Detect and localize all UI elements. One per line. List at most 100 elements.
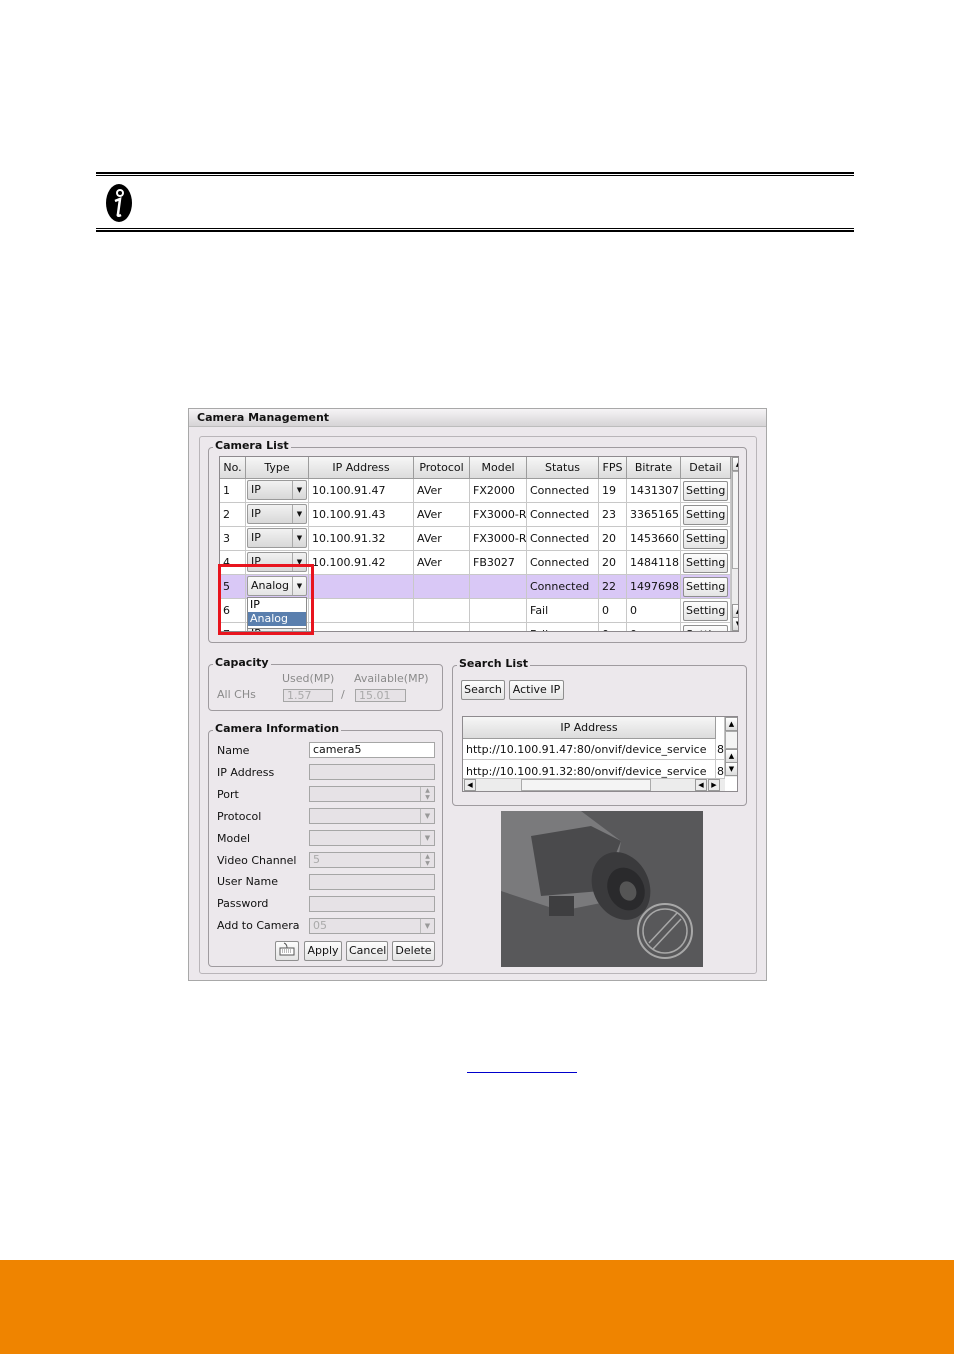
scroll-up-icon[interactable]: ▲ — [725, 749, 737, 763]
search-column-header[interactable]: IP Address — [463, 717, 716, 739]
camera-preview — [501, 811, 703, 967]
detail-cell: Setting — [681, 623, 731, 631]
model-cell: FX3000-R — [470, 527, 527, 551]
fps-cell: 0 — [599, 599, 627, 623]
dropdown-option-analog[interactable]: Analog — [248, 612, 306, 626]
chevron-down-icon[interactable]: ▼ — [292, 505, 306, 523]
status-cell: Fail — [527, 599, 599, 623]
note-bottom-rule-thin — [96, 228, 854, 229]
user-name-label: User Name — [217, 875, 279, 888]
detail-cell: Setting — [681, 527, 731, 551]
ip-cell: 10.100.91.47 — [309, 479, 414, 503]
video-channel-spin-arrows[interactable]: ▲ ▼ — [420, 853, 434, 867]
used-mp-field: 1.57 — [283, 689, 333, 702]
column-header-model[interactable]: Model — [470, 457, 527, 479]
type-select[interactable]: IP ▼ — [247, 480, 307, 500]
fps-cell: 0 — [599, 623, 627, 631]
scroll-thumb[interactable] — [725, 731, 737, 749]
setting-button[interactable]: Setting — [683, 553, 728, 573]
bitrate-cell: 1484118 — [627, 551, 681, 575]
add-to-camera-select[interactable]: 05 ▼ — [309, 918, 435, 934]
search-list-vertical-scrollbar[interactable]: ▲ ▲ ▼ — [724, 717, 737, 777]
fps-cell: 20 — [599, 527, 627, 551]
protocol-cell — [414, 623, 470, 631]
fps-cell: 19 — [599, 479, 627, 503]
status-cell: Connected — [527, 479, 599, 503]
dropdown-option-ip[interactable]: IP — [248, 598, 306, 612]
delete-button[interactable]: Delete — [392, 941, 435, 961]
detail-cell: Setting — [681, 575, 731, 599]
scroll-right-icon[interactable]: ▶ — [708, 779, 720, 791]
setting-button[interactable]: Setting — [683, 625, 728, 631]
scroll-down-icon[interactable]: ▼ — [725, 762, 737, 776]
scroll-thumb[interactable] — [521, 779, 651, 791]
column-header-fps[interactable]: FPS — [599, 457, 627, 479]
type-select[interactable]: IP ▼ — [247, 528, 307, 548]
search-result-row[interactable]: http://10.100.91.47:80/onvif/device_serv… — [463, 739, 716, 760]
port-spin-arrows[interactable]: ▲ ▼ — [420, 787, 434, 801]
port-label: Port — [217, 788, 239, 801]
setting-button[interactable]: Setting — [683, 577, 728, 597]
no-cell: 3 — [220, 527, 246, 551]
column-header-detail[interactable]: Detail — [681, 457, 731, 479]
search-list-horizontal-scrollbar[interactable]: ◀ ◀ ▶ — [463, 778, 725, 791]
apply-button[interactable]: Apply — [304, 941, 342, 961]
hyperlink-underline[interactable] — [467, 1072, 577, 1073]
model-select[interactable]: ▼ — [309, 830, 435, 846]
chevron-down-icon: ▼ — [420, 831, 434, 845]
name-input[interactable]: camera5 — [309, 742, 435, 758]
search-result-row[interactable]: http://10.100.91.32:80/onvif/device_serv… — [463, 760, 716, 780]
column-header-bitrate[interactable]: Bitrate — [627, 457, 681, 479]
setting-button[interactable]: Setting — [683, 505, 728, 525]
bitrate-cell: 1453660 — [627, 527, 681, 551]
setting-button[interactable]: Setting — [683, 481, 728, 501]
footer-bar — [0, 1260, 954, 1354]
scroll-left-icon[interactable]: ◀ — [695, 779, 707, 791]
type-value: IP — [251, 507, 261, 520]
scroll-left-icon[interactable]: ◀ — [464, 779, 476, 791]
column-header-protocol[interactable]: Protocol — [414, 457, 470, 479]
search-button[interactable]: Search — [461, 680, 505, 700]
search-list-title: Search List — [457, 657, 530, 670]
video-channel-spinbox[interactable]: 5 ▲ ▼ — [309, 852, 435, 868]
scroll-thumb[interactable] — [732, 471, 738, 569]
column-header-status[interactable]: Status — [527, 457, 599, 479]
ip-address-input[interactable] — [309, 764, 435, 780]
scroll-up-icon[interactable]: ▲ — [732, 604, 738, 618]
password-input[interactable] — [309, 896, 435, 912]
protocol-cell: AVer — [414, 527, 470, 551]
keyboard-button[interactable] — [275, 941, 299, 961]
fps-cell: 20 — [599, 551, 627, 575]
scroll-up-icon[interactable]: ▲ — [725, 717, 737, 731]
type-cell: IP ▼ — [246, 503, 309, 527]
password-label: Password — [217, 897, 269, 910]
status-cell: Connected — [527, 527, 599, 551]
bitrate-cell: 3365165 — [627, 503, 681, 527]
setting-button[interactable]: Setting — [683, 529, 728, 549]
setting-button[interactable]: Setting — [683, 601, 728, 621]
column-header-ip[interactable]: IP Address — [309, 457, 414, 479]
ip-cell: 10.100.91.32 — [309, 527, 414, 551]
capacity-separator: / — [341, 688, 345, 701]
scroll-up-icon[interactable]: ▲ — [732, 457, 738, 471]
camera-list-vertical-scrollbar[interactable]: ▲▲▼ — [731, 457, 738, 631]
note-bottom-rule — [96, 230, 854, 232]
cancel-button[interactable]: Cancel — [346, 941, 388, 961]
user-name-input[interactable] — [309, 874, 435, 890]
keyboard-icon — [279, 942, 295, 956]
protocol-select[interactable]: ▼ — [309, 808, 435, 824]
active-ip-button[interactable]: Active IP — [509, 680, 564, 700]
chevron-down-icon[interactable]: ▼ — [292, 529, 306, 547]
chevron-down-icon[interactable]: ▼ — [292, 481, 306, 499]
ip-cell: 10.100.91.43 — [309, 503, 414, 527]
column-header-type[interactable]: Type — [246, 457, 309, 479]
fps-cell: 23 — [599, 503, 627, 527]
scroll-down-icon[interactable]: ▼ — [732, 617, 738, 631]
protocol-cell: AVer — [414, 503, 470, 527]
column-header-no[interactable]: No. — [220, 457, 246, 479]
note-top-rule-thin — [96, 175, 854, 176]
model-cell — [470, 575, 527, 599]
port-spinbox[interactable]: ▲ ▼ — [309, 786, 435, 802]
window-title: Camera Management — [189, 409, 766, 427]
type-select[interactable]: IP ▼ — [247, 504, 307, 524]
